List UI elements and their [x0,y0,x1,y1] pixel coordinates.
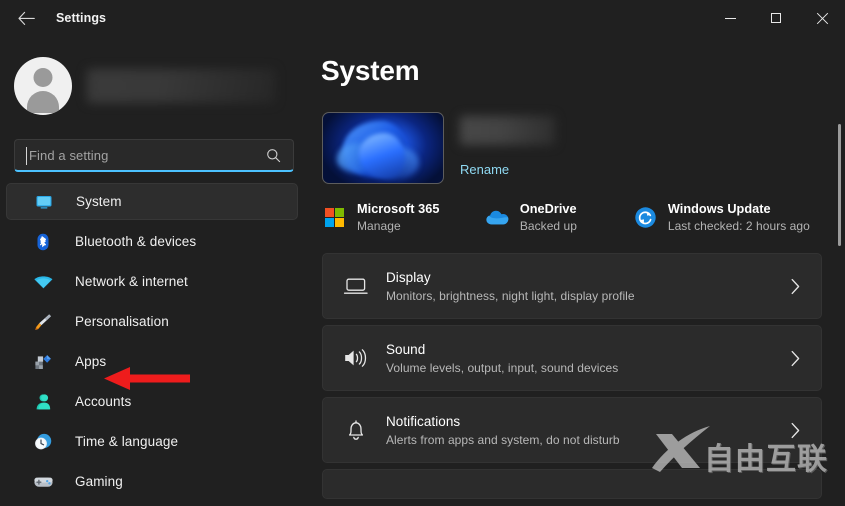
window-title: Settings [56,11,107,25]
sidebar: Find a setting System Bluetooth & device… [0,36,310,506]
close-icon [816,12,828,24]
sidebar-item-label: System [76,194,122,209]
bell-icon [340,419,372,442]
device-summary: Rename [322,112,845,184]
sidebar-item-time-language[interactable]: Time & language [6,423,298,460]
microsoft-logo-icon [322,205,347,230]
sidebar-item-network-internet[interactable]: Network & internet [6,263,298,300]
quick-link-subtitle: Backed up [519,219,577,233]
quick-link-onedrive[interactable]: OneDrive Backed up [485,202,633,233]
chevron-right-icon [790,350,801,367]
chevron-right-icon [790,422,801,439]
clock-icon [32,431,54,453]
quick-link-microsoft-365[interactable]: Microsoft 365 Manage [322,202,485,233]
account-username-redacted [87,69,275,103]
search-icon[interactable] [266,148,281,163]
bluetooth-icon [32,231,54,253]
card-subtitle: Alerts from apps and system, do not dist… [386,432,620,447]
settings-card-notifications[interactable]: Notifications Alerts from apps and syste… [322,397,822,463]
sidebar-item-bluetooth-devices[interactable]: Bluetooth & devices [6,223,298,260]
sidebar-item-personalisation[interactable]: Personalisation [6,303,298,340]
speaker-icon [340,347,372,369]
avatar [14,57,72,115]
device-name-redacted [460,116,555,145]
close-button[interactable] [799,0,845,36]
quick-link-subtitle: Manage [357,219,401,233]
chevron-right-icon [790,278,801,295]
settings-card-list: Display Monitors, brightness, night ligh… [322,253,845,499]
back-arrow-icon [17,11,35,25]
user-avatar-icon [33,68,53,87]
sidebar-nav: System Bluetooth & devices Network & int… [0,183,310,500]
windows-update-icon [633,205,658,230]
quick-link-subtitle: Last checked: 2 hours ago [667,219,810,233]
sidebar-item-label: Network & internet [75,274,188,289]
sidebar-item-label: Personalisation [75,314,169,329]
card-title: Sound [386,341,426,357]
search-input[interactable]: Find a setting [14,139,294,172]
apps-icon [32,351,54,373]
card-subtitle: Monitors, brightness, night light, displ… [386,288,635,303]
sidebar-item-label: Accounts [75,394,132,409]
display-monitor-icon [340,276,372,296]
settings-window: Settings Find a setting System Bluetooth… [0,0,845,506]
sidebar-item-label: Gaming [75,474,123,489]
sidebar-item-accounts[interactable]: Accounts [6,383,298,420]
settings-card-display[interactable]: Display Monitors, brightness, night ligh… [322,253,822,319]
maximize-icon [771,13,781,23]
sidebar-item-label: Apps [75,354,107,369]
gamepad-icon [32,471,54,493]
sidebar-item-label: Time & language [75,434,179,449]
sidebar-item-label: Bluetooth & devices [75,234,197,249]
sidebar-item-apps[interactable]: Apps [6,343,298,380]
minimize-button[interactable] [707,0,753,36]
wifi-icon [32,271,54,293]
search-placeholder: Find a setting [29,147,109,163]
window-controls [707,0,845,36]
card-title: Display [386,269,431,285]
rename-button[interactable]: Rename [460,162,509,177]
quick-link-title: Windows Update [667,202,771,216]
card-subtitle: Volume levels, output, input, sound devi… [386,360,619,375]
sidebar-item-system[interactable]: System [6,183,298,220]
quick-link-windows-update[interactable]: Windows Update Last checked: 2 hours ago [633,202,845,233]
maximize-button[interactable] [753,0,799,36]
back-button[interactable] [8,3,44,33]
page-title: System [321,55,420,86]
person-icon [32,391,54,413]
quick-link-title: Microsoft 365 [357,202,440,216]
quick-link-title: OneDrive [519,202,577,216]
main-content: System Rename Microsoft 365 Manage OneDr… [310,36,845,506]
scrollbar-thumb[interactable] [838,124,841,246]
monitor-icon [33,191,55,213]
minimize-icon [724,17,736,19]
text-caret [26,147,27,165]
account-section[interactable] [14,57,310,115]
settings-card-sound[interactable]: Sound Volume levels, output, input, soun… [322,325,822,391]
sidebar-item-gaming[interactable]: Gaming [6,463,298,500]
paintbrush-icon [32,311,54,333]
card-title: Notifications [386,413,461,429]
quick-links-row: Microsoft 365 Manage OneDrive Backed up [322,202,845,233]
device-wallpaper-thumbnail [322,112,444,184]
scrollbar[interactable] [838,124,841,506]
onedrive-cloud-icon [485,205,510,230]
settings-card-next-partial[interactable] [322,469,822,499]
title-bar: Settings [0,0,845,36]
